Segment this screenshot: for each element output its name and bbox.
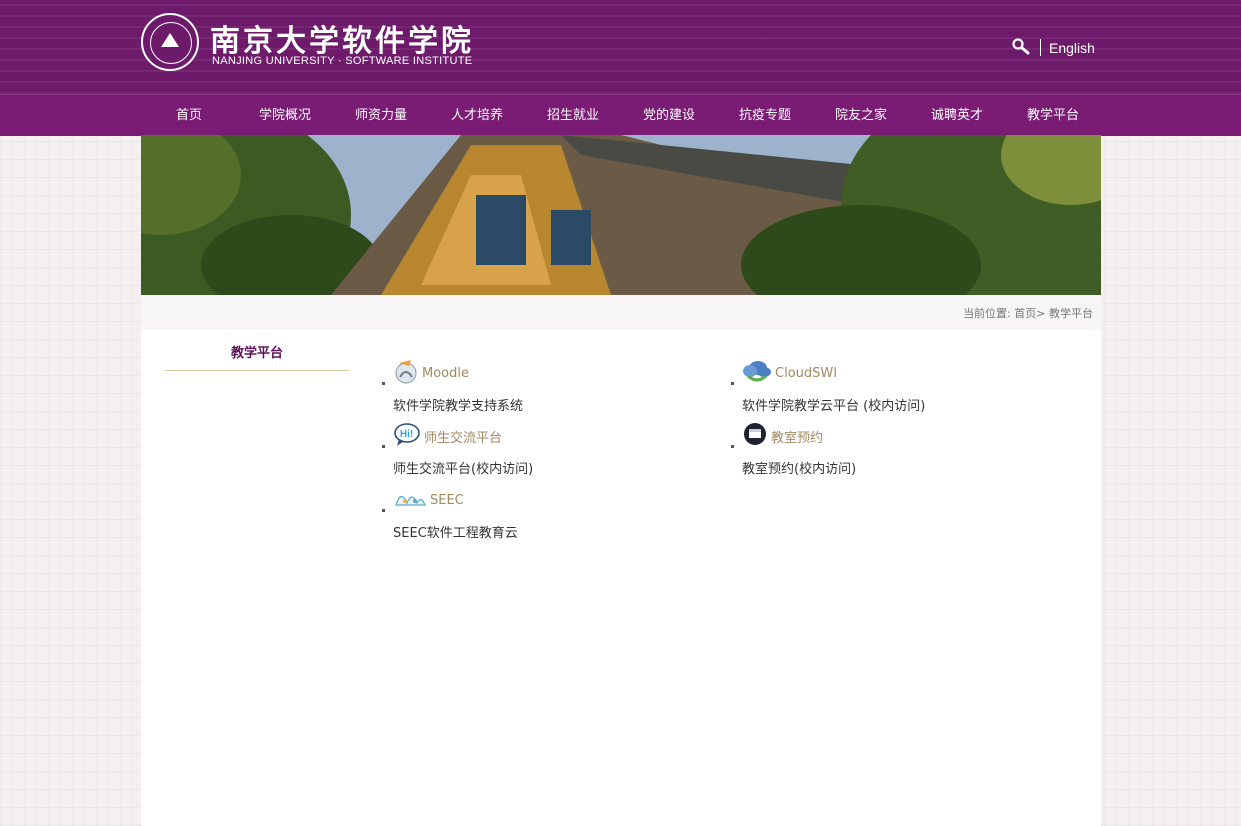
nav-item-party[interactable]: 党的建设 (643, 95, 695, 136)
hi-chat-icon: Hi! (393, 421, 421, 451)
platform-desc[interactable]: 教室预约(校内访问) (742, 458, 856, 477)
nav-item-epidemic[interactable]: 抗疫专题 (739, 95, 791, 136)
seec-icon (393, 485, 427, 515)
main-nav: 首页 学院概况 师资力量 人才培养 招生就业 党的建设 抗疫专题 院友之家 诚聘… (0, 94, 1241, 136)
sidebar-divider (165, 370, 349, 371)
platform-name: 教室预约 (771, 430, 824, 446)
platform-desc[interactable]: 软件学院教学云平台 (校内访问) (742, 395, 925, 414)
nav-item-faculty[interactable]: 师资力量 (355, 95, 407, 136)
platform-link-classroom[interactable]: 教室预约 (742, 423, 823, 449)
list-bullet (382, 445, 385, 448)
platform-link-moodle[interactable]: Moodle (393, 360, 469, 386)
list-bullet (731, 382, 734, 385)
svg-text:Hi!: Hi! (400, 429, 413, 440)
nav-item-teaching-platform[interactable]: 教学平台 (1027, 95, 1079, 136)
nav-item-home[interactable]: 首页 (176, 95, 202, 136)
classroom-icon (742, 421, 768, 451)
moodle-icon (393, 358, 419, 388)
sidebar-title[interactable]: 教学平台 (165, 342, 349, 361)
header-divider (1040, 39, 1041, 56)
logo-title-cn[interactable]: 南京大学软件学院 (210, 16, 474, 60)
banner-image (141, 135, 1101, 295)
platform-link-hi-chat[interactable]: Hi! 师生交流平台 (393, 423, 502, 449)
platform-name: Moodle (422, 365, 469, 381)
platform-link-cloudswi[interactable]: CloudSWI (742, 360, 837, 386)
english-link[interactable]: English (1049, 40, 1095, 56)
breadcrumb-separator: > (1036, 307, 1046, 320)
content-area: 当前位置: 首页> 教学平台 教学平台 Moodle 软件学院教学支持系统 Cl… (141, 295, 1101, 826)
nav-item-alumni[interactable]: 院友之家 (835, 95, 887, 136)
platform-desc[interactable]: 软件学院教学支持系统 (393, 395, 523, 414)
logo-title-en: NANJING UNIVERSITY · SOFTWARE INSTITUTE (212, 55, 473, 67)
cloud-icon (742, 358, 772, 388)
platform-name: SEEC (430, 492, 464, 508)
list-bullet (731, 445, 734, 448)
site-header: 南京大学软件学院 NANJING UNIVERSITY · SOFTWARE I… (0, 0, 1241, 94)
platform-name: CloudSWI (775, 365, 838, 381)
list-bullet (382, 382, 385, 385)
list-bullet (382, 509, 385, 512)
nav-item-jobs[interactable]: 诚聘英才 (931, 95, 983, 136)
university-seal-logo[interactable] (141, 13, 199, 71)
breadcrumb-home-link[interactable]: 首页 (1014, 307, 1036, 320)
breadcrumb-prefix: 当前位置: (963, 307, 1011, 320)
platform-link-seec[interactable]: SEEC (393, 487, 464, 513)
platform-name: 师生交流平台 (424, 430, 503, 446)
nav-item-about[interactable]: 学院概况 (259, 95, 311, 136)
breadcrumb-current[interactable]: 教学平台 (1049, 307, 1093, 320)
nav-item-education[interactable]: 人才培养 (451, 95, 503, 136)
breadcrumb: 当前位置: 首页> 教学平台 (963, 305, 1093, 321)
platform-desc[interactable]: 师生交流平台(校内访问) (393, 458, 533, 477)
nav-item-admission[interactable]: 招生就业 (547, 95, 599, 136)
breadcrumb-bar: 当前位置: 首页> 教学平台 (141, 295, 1101, 330)
search-icon[interactable] (1012, 38, 1030, 56)
platform-desc[interactable]: SEEC软件工程教育云 (393, 522, 518, 541)
